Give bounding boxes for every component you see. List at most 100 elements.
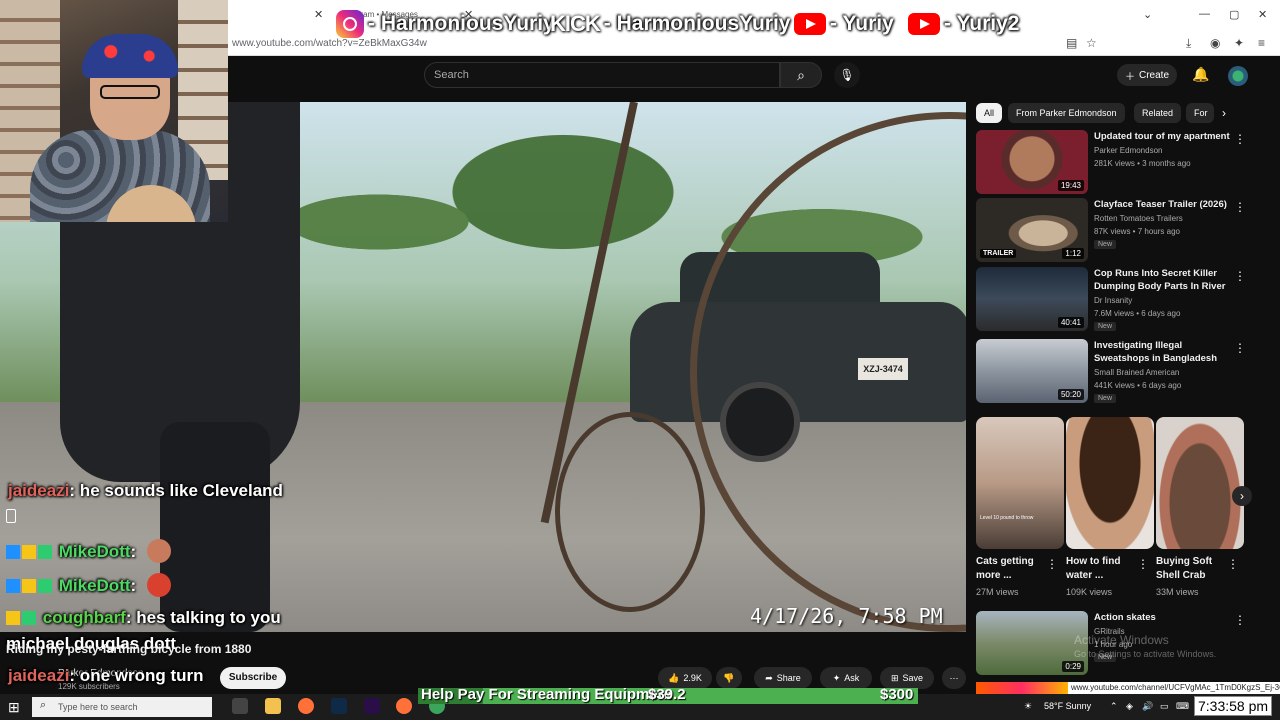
taskbar-clock[interactable]: 7:33:58 pm <box>1194 696 1273 716</box>
screen: gram • Messages ✕ ✕ ⌄ — ▢ ✕ www.youtube.… <box>0 0 1280 720</box>
task-view-icon[interactable] <box>232 698 248 714</box>
video-thumbnail[interactable]: TRAILER 1:12 <box>976 198 1088 262</box>
more-vert-icon[interactable]: ⋮ <box>1234 269 1246 283</box>
search-icon: ⌕ <box>797 67 805 83</box>
video-meta: 441K views • 6 days ago <box>1094 381 1182 390</box>
tab-list-chevron-icon[interactable]: ⌄ <box>1143 8 1152 21</box>
video-title[interactable]: Action skates <box>1094 611 1240 624</box>
url-text[interactable]: www.youtube.com/watch?v=ZeBkMaxG34w <box>232 38 427 49</box>
window-close-icon[interactable]: ✕ <box>1258 8 1267 21</box>
firefox-icon[interactable] <box>298 698 314 714</box>
create-button[interactable]: ＋ Create <box>1117 64 1177 86</box>
video-title[interactable]: Investigating Illegal Sweatshops in Bang… <box>1094 339 1240 365</box>
extensions-icon[interactable]: ✦ <box>1234 36 1244 50</box>
chip-all[interactable]: All <box>976 103 1003 123</box>
account-avatar[interactable] <box>1228 66 1248 86</box>
video-thumbnail[interactable]: 40:41 <box>976 267 1088 331</box>
subscribe-button[interactable]: Subscribe <box>220 667 286 689</box>
create-label: Create <box>1138 69 1169 81</box>
video-thumbnail[interactable]: 19:43 <box>976 130 1088 194</box>
firefox-active-icon[interactable] <box>396 698 412 714</box>
thumbs-up-icon: 👍 <box>668 672 680 683</box>
shorts-next-button[interactable]: › <box>1232 486 1252 506</box>
windows-start-icon[interactable]: ⊞ <box>8 699 20 716</box>
file-explorer-icon[interactable] <box>265 698 281 714</box>
chip-for-you[interactable]: For <box>1186 103 1214 123</box>
kick-icon: KICK <box>550 11 601 36</box>
more-vert-icon[interactable]: ⋮ <box>1227 557 1239 571</box>
channel-name[interactable]: Rotten Tomatoes Trailers <box>1094 214 1183 223</box>
short-views: 27M views <box>976 587 1019 597</box>
bookmark-star-icon[interactable]: ☆ <box>1086 36 1097 50</box>
premiere-icon[interactable] <box>364 698 380 714</box>
short-thumbnail[interactable] <box>1066 417 1154 549</box>
short-title[interactable]: Buying Soft Shell Crab <box>1156 555 1226 583</box>
weather-icon[interactable]: ☀ <box>1024 701 1032 712</box>
sidebar-video[interactable]: 50:20 Investigating Illegal Sweatshops i… <box>976 339 1266 403</box>
video-duration: 0:29 <box>1062 661 1084 672</box>
network-icon[interactable]: ◈ <box>1126 701 1133 712</box>
tray-chevron-icon[interactable]: ⌃ <box>1110 701 1118 712</box>
video-thumbnail[interactable]: 50:20 <box>976 339 1088 403</box>
sidebar-video[interactable]: 19:43 Updated tour of my apartment Parke… <box>976 130 1266 194</box>
channel-name[interactable]: Dr Insanity <box>1094 296 1132 305</box>
video-duration: 40:41 <box>1057 317 1084 328</box>
weather-text[interactable]: 58°F Sunny <box>1044 701 1091 711</box>
badge-icon <box>22 545 36 559</box>
photoshop-icon[interactable] <box>331 698 347 714</box>
more-vert-icon[interactable]: ⋮ <box>1234 613 1246 627</box>
short-title[interactable]: How to find water ... <box>1066 555 1136 583</box>
sparkle-icon: ✦ <box>832 672 841 683</box>
emote-icon <box>146 539 171 563</box>
more-actions-button[interactable]: ⋯ <box>942 667 966 689</box>
activate-windows-watermark: Activate Windows Go to Settings to activ… <box>1074 633 1217 659</box>
penny-farthing-small-wheel <box>555 412 705 612</box>
menu-icon[interactable]: ≡ <box>1258 36 1265 50</box>
minimize-icon[interactable]: — <box>1199 8 1210 20</box>
more-vert-icon[interactable]: ⋮ <box>1234 132 1246 146</box>
dislike-button[interactable]: 👎 <box>716 667 742 689</box>
chip-related[interactable]: Related <box>1134 103 1182 123</box>
more-vert-icon[interactable]: ⋮ <box>1234 200 1246 214</box>
video-thumbnail[interactable]: 0:29 <box>976 611 1088 675</box>
taskbar-search-input[interactable]: Type here to search <box>32 697 212 717</box>
reader-view-icon[interactable]: ▤ <box>1066 36 1077 50</box>
channel-name[interactable]: Small Brained American <box>1094 368 1179 377</box>
video-meta: 7.6M views • 6 days ago <box>1094 309 1181 318</box>
sidebar-video[interactable]: TRAILER 1:12 Clayface Teaser Trailer (20… <box>976 198 1266 262</box>
account-icon[interactable]: ◉ <box>1210 36 1220 50</box>
channel-name[interactable]: Parker Edmondson <box>1094 146 1162 155</box>
chip-from-channel[interactable]: From Parker Edmondson <box>1008 103 1125 123</box>
youtube-handle: - Yuriy <box>794 10 894 38</box>
more-vert-icon[interactable]: ⋮ <box>1234 341 1246 355</box>
voice-search-button[interactable]: 🎙 <box>834 62 860 88</box>
search-button[interactable]: ⌕ <box>780 62 822 88</box>
video-title[interactable]: Clayface Teaser Trailer (2026) <box>1094 198 1240 211</box>
more-vert-icon[interactable]: ⋮ <box>1046 557 1058 571</box>
tab-close-icon[interactable]: ✕ <box>314 8 323 21</box>
ask-button[interactable]: ✦ Ask <box>820 667 872 689</box>
youtube-icon <box>794 13 826 35</box>
instagram-icon <box>336 10 364 38</box>
streamer <box>20 30 210 222</box>
search-input[interactable] <box>424 62 780 88</box>
video-title[interactable]: Cop Runs Into Secret Killer Dumping Body… <box>1094 267 1240 293</box>
share-button[interactable]: ➦ Share <box>754 667 812 689</box>
search-placeholder: Search <box>434 69 469 81</box>
short-title[interactable]: Cats getting more ... <box>976 555 1046 583</box>
sidebar-video[interactable]: 40:41 Cop Runs Into Secret Killer Dumpin… <box>976 267 1266 331</box>
more-vert-icon[interactable]: ⋮ <box>1137 557 1149 571</box>
downloads-icon[interactable]: ⤓ <box>1186 36 1191 51</box>
battery-icon[interactable]: ▭ <box>1160 701 1169 712</box>
notifications-bell-icon[interactable]: 🔔 <box>1192 66 1209 83</box>
badge-icon <box>6 545 20 559</box>
short-thumbnail[interactable] <box>1156 417 1244 549</box>
video-title[interactable]: Updated tour of my apartment <box>1094 130 1240 143</box>
volume-icon[interactable]: 🔊 <box>1142 701 1153 712</box>
language-icon[interactable]: ⌨ <box>1176 701 1189 712</box>
donation-current: $39.2 <box>648 686 686 703</box>
youtube-icon <box>908 13 940 35</box>
chevron-right-icon[interactable]: › <box>1222 106 1226 120</box>
short-thumbnail[interactable]: Level 10 pound to throw <box>976 417 1064 549</box>
maximize-icon[interactable]: ▢ <box>1229 8 1239 21</box>
